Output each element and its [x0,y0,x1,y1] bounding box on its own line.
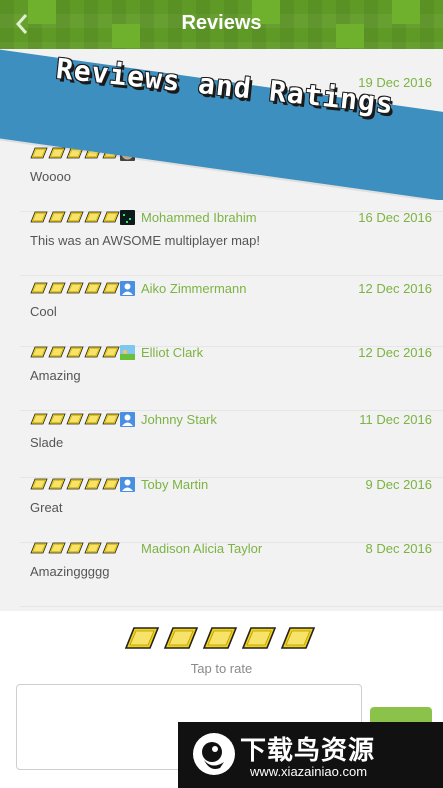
person-avatar-icon [120,281,135,296]
gold-ingot-icon [102,542,120,554]
reviewer-name[interactable]: Madison Alicia Taylor [141,541,262,556]
person-avatar-icon [120,477,135,492]
gold-ingot-icon [66,282,84,294]
gold-ingot-icon [30,282,48,294]
rating-ingots [30,210,120,226]
nav-bar: Reviews [0,0,443,49]
review-date: 19 Dec 2016 [358,75,432,90]
reviews-list[interactable]: 19 Dec 2016 If u use skeletons or to kick… [0,49,443,611]
reviewer-name[interactable]: Mohammed Ibrahim [141,210,257,225]
rate-ingots[interactable] [124,625,319,651]
rate-ingot-icon[interactable] [241,625,277,651]
review-comment: Great [30,500,63,515]
gold-ingot-icon [84,346,102,358]
gold-ingot-icon [102,147,120,159]
moon-avatar-icon [120,146,135,161]
gold-ingot-icon [84,478,102,490]
gold-ingot-icon [84,76,102,88]
gold-ingot-icon [66,542,84,554]
rating-ingots [30,412,120,428]
gold-ingot-icon [66,147,84,159]
person-avatar-icon [120,412,135,427]
watermark-title: 下载鸟资源 [240,735,376,765]
gold-ingot-icon [102,211,120,223]
tap-to-rate-label: Tap to rate [190,661,253,676]
gold-ingot-icon [30,542,48,554]
review-comment: Woooo [30,169,71,184]
dark-avatar-icon [120,210,135,225]
watermark-url: www.xiazainiao.com [250,764,368,779]
review-date: 16 Dec 2016 [358,210,432,225]
rating-ingots [30,281,120,297]
review-item: 19 Dec 2016 If u use skeletons or to kick… [20,75,443,141]
review-date: 16 Dec 2016 [358,146,432,161]
gold-ingot-icon [48,346,66,358]
review-date: 11 Dec 2016 [359,412,432,427]
review-date: 12 Dec 2016 [358,281,432,296]
gold-ingot-icon [102,346,120,358]
reviewer-name[interactable]: Aiko Zimmermann [141,281,246,296]
rate-ingot-icon[interactable] [280,625,316,651]
gold-ingot-icon [48,542,66,554]
review-item: Mohammed Ibrahim 16 Dec 2016 This was an A… [20,210,443,276]
gold-ingot-icon [30,211,48,223]
review-date: 12 Dec 2016 [358,345,432,360]
gold-ingot-icon [84,282,102,294]
gold-ingot-icon [48,211,66,223]
review-item: Aiko Zimmermann 12 Dec 2016 Cool [20,281,443,347]
gold-ingot-icon [30,76,48,88]
review-comment: This was an AWSOME multiplayer map! [30,233,260,248]
rating-ingots [30,477,120,493]
reviewer-name[interactable]: Connor Visscher [141,146,237,161]
review-date: 9 Dec 2016 [365,477,433,492]
review-item: Connor Visscher 16 Dec 2016 Woooo [20,146,443,212]
gold-ingot-icon [30,478,48,490]
gold-ingot-icon [66,478,84,490]
gold-ingot-icon [30,346,48,358]
gold-ingot-icon [84,211,102,223]
rating-ingots [30,541,120,557]
gold-ingot-icon [84,413,102,425]
review-comment: If u use skeletons or to kick it up a no… [30,98,286,113]
rating-ingots [30,75,120,91]
gold-ingot-icon [84,147,102,159]
rate-ingot-icon[interactable] [202,625,238,651]
gold-ingot-icon [48,76,66,88]
gold-ingot-icon [30,413,48,425]
gold-ingot-icon [102,413,120,425]
rate-ingot-icon[interactable] [163,625,199,651]
reviewer-name[interactable]: Toby Martin [141,477,208,492]
landscape-avatar-icon [120,345,135,360]
bird-logo-icon [193,733,235,775]
gold-ingot-icon [48,282,66,294]
review-item: Toby Martin 9 Dec 2016 Great [20,477,443,543]
gold-ingot-icon [102,478,120,490]
review-item: Elliot Clark 12 Dec 2016 Amazing [20,345,443,411]
review-comment: Amazinggggg [30,564,110,579]
page-title: Reviews [181,12,262,34]
gold-ingot-icon [84,542,102,554]
gold-ingot-icon [102,282,120,294]
rating-ingots [30,146,120,162]
rate-ingot-icon[interactable] [124,625,160,651]
gold-ingot-icon [66,413,84,425]
review-item: Madison Alicia Taylor 8 Dec 2016 Amazinggg… [20,541,443,607]
review-comment: Amazing [30,368,81,383]
gold-ingot-icon [66,211,84,223]
gold-ingot-icon [48,478,66,490]
gold-ingot-icon [66,346,84,358]
review-comment: Slade [30,435,64,450]
review-date: 8 Dec 2016 [365,541,433,556]
gold-ingot-icon [48,147,66,159]
gold-ingot-icon [66,76,84,88]
gold-ingot-icon [102,76,120,88]
rating-ingots [30,345,120,361]
reviewer-name[interactable]: Elliot Clark [141,345,203,360]
gold-ingot-icon [30,147,48,159]
gold-ingot-icon [48,413,66,425]
reviewer-name[interactable]: Johnny Stark [141,412,217,427]
watermark: 下载鸟资源 www.xiazainiao.com [178,722,443,788]
review-item: Johnny Stark 11 Dec 2016 Slade [20,412,443,478]
review-comment: Cool [30,304,57,319]
